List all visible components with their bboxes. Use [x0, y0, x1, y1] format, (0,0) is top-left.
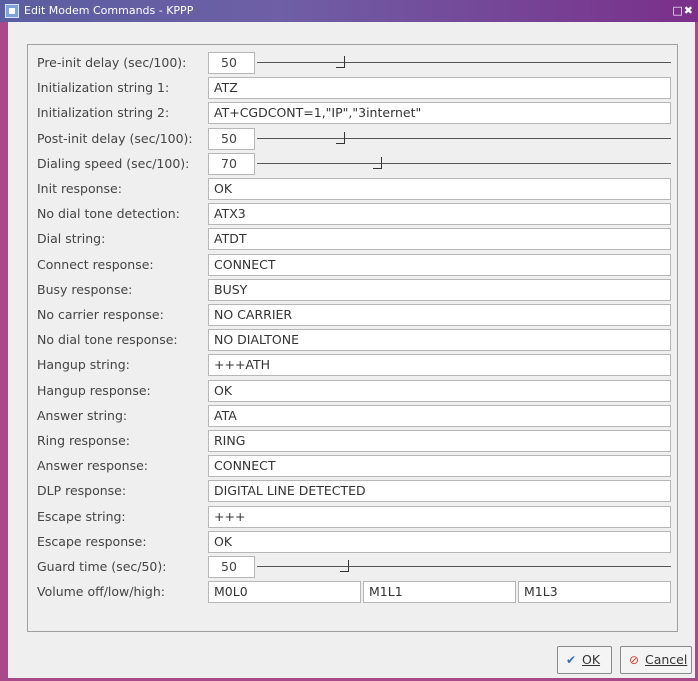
- input-init-response[interactable]: OK: [208, 178, 671, 200]
- input-initialization-string-2[interactable]: AT+CGDCONT=1,"IP","3internet": [208, 102, 671, 125]
- label-escape-response: Escape response:: [37, 533, 147, 549]
- label-ring-response: Ring response:: [37, 433, 130, 448]
- cancel-button-label: Cancel: [645, 652, 688, 667]
- row-initialization-string-1: Initialization string 1: ATZ: [37, 77, 671, 100]
- slider-track: [257, 162, 671, 164]
- slider-dialing-speed-sec-100[interactable]: [257, 153, 671, 175]
- input-answer-response[interactable]: CONNECT: [208, 455, 671, 478]
- row-no-dial-tone-detection: No dial tone detection: ATX3: [37, 203, 671, 226]
- row-dlp-response: DLP response: DIGITAL LINE DETECTED: [37, 480, 671, 503]
- input-ring-response[interactable]: RING: [208, 430, 671, 452]
- window-controls[interactable]: □✖: [672, 0, 694, 22]
- input-escape-string[interactable]: +++: [208, 505, 671, 528]
- label-escape-string: Escape string:: [37, 508, 126, 524]
- label-init-response: Init response:: [37, 181, 122, 196]
- row-dialing-speed-sec-100: Dialing speed (sec/100): 70: [37, 152, 671, 175]
- row-volume: Volume off/low/high: M0L0 M1L1 M1L3: [37, 581, 671, 604]
- row-connect-response: Connect response: CONNECT: [37, 253, 671, 276]
- input-escape-response[interactable]: OK: [208, 530, 671, 553]
- row-busy-response: Busy response: BUSY: [37, 278, 671, 301]
- modem-commands-panel: Pre-init delay (sec/100): 50 Initializatio…: [27, 44, 678, 632]
- input-no-carrier-response[interactable]: NO CARRIER: [208, 304, 671, 326]
- volume-off-input[interactable]: M0L0: [208, 581, 361, 604]
- row-no-carrier-response: No carrier response: NO CARRIER: [37, 304, 671, 326]
- input-dlp-response[interactable]: DIGITAL LINE DETECTED: [208, 480, 671, 503]
- volume-low-input[interactable]: M1L1: [363, 581, 516, 604]
- check-icon: ✔: [566, 653, 577, 667]
- label-guard-time-sec-50: Guard time (sec/50):: [37, 559, 167, 574]
- input-answer-string[interactable]: ATA: [208, 404, 671, 427]
- slider-track: [257, 566, 671, 567]
- spinbox-dialing-speed-sec-100[interactable]: 70: [208, 152, 255, 175]
- row-pre-init-delay-sec-100: Pre-init delay (sec/100): 50: [37, 52, 671, 74]
- input-busy-response[interactable]: BUSY: [208, 278, 671, 301]
- slider-handle[interactable]: [340, 560, 349, 572]
- spinbox-guard-time-sec-50[interactable]: 50: [208, 556, 255, 578]
- spinbox-pre-init-delay-sec-100[interactable]: 50: [208, 52, 255, 74]
- row-answer-string: Answer string: ATA: [37, 404, 671, 427]
- row-initialization-string-2: Initialization string 2: AT+CGDCONT=1,"IP…: [37, 102, 671, 125]
- input-no-dial-tone-response[interactable]: NO DIALTONE: [208, 329, 671, 352]
- label-dlp-response: DLP response:: [37, 483, 127, 499]
- label-dial-string: Dial string:: [37, 231, 106, 247]
- row-init-response: Init response: OK: [37, 178, 671, 200]
- label-no-dial-tone-response: No dial tone response:: [37, 332, 178, 348]
- spinbox-post-init-delay-sec-100[interactable]: 50: [208, 127, 255, 150]
- label-hangup-response: Hangup response:: [37, 382, 151, 398]
- cancel-icon: ⊘: [629, 653, 640, 667]
- window-frame-left: [0, 22, 8, 681]
- row-no-dial-tone-response: No dial tone response: NO DIALTONE: [37, 329, 671, 352]
- input-hangup-response[interactable]: OK: [208, 379, 671, 402]
- label-answer-string: Answer string:: [37, 407, 128, 423]
- label-dialing-speed-sec-100: Dialing speed (sec/100):: [37, 155, 190, 171]
- label-hangup-string: Hangup string:: [37, 357, 130, 373]
- slider-handle[interactable]: [336, 56, 345, 68]
- kppp-app-icon[interactable]: [5, 4, 19, 18]
- row-answer-response: Answer response: CONNECT: [37, 455, 671, 478]
- row-ring-response: Ring response: RING: [37, 430, 671, 452]
- input-connect-response[interactable]: CONNECT: [208, 253, 671, 276]
- input-dial-string[interactable]: ATDT: [208, 228, 671, 251]
- row-dial-string: Dial string: ATDT: [37, 228, 671, 251]
- row-escape-response: Escape response: OK: [37, 530, 671, 553]
- slider-guard-time-sec-50[interactable]: [257, 556, 671, 578]
- ok-button[interactable]: ✔ OK: [557, 646, 612, 674]
- label-connect-response: Connect response:: [37, 256, 154, 272]
- label-initialization-string-1: Initialization string 1:: [37, 80, 170, 96]
- slider-pre-init-delay-sec-100[interactable]: [257, 52, 671, 74]
- row-guard-time-sec-50: Guard time (sec/50): 50: [37, 556, 671, 578]
- title-bar[interactable]: Edit Modem Commands - KPPP □✖: [0, 0, 698, 22]
- label-volume: Volume off/low/high:: [37, 584, 165, 600]
- slider-track: [257, 137, 671, 139]
- slider-handle[interactable]: [373, 156, 382, 169]
- label-busy-response: Busy response:: [37, 281, 133, 297]
- label-initialization-string-2: Initialization string 2:: [37, 105, 170, 121]
- label-no-dial-tone-detection: No dial tone detection:: [37, 206, 180, 222]
- label-answer-response: Answer response:: [37, 458, 148, 474]
- row-escape-string: Escape string: +++: [37, 505, 671, 528]
- slider-track: [257, 62, 671, 63]
- input-initialization-string-1[interactable]: ATZ: [208, 77, 671, 100]
- label-pre-init-delay-sec-100: Pre-init delay (sec/100):: [37, 55, 187, 70]
- row-hangup-string: Hangup string: +++ATH: [37, 354, 671, 377]
- label-no-carrier-response: No carrier response:: [37, 307, 164, 322]
- input-hangup-string[interactable]: +++ATH: [208, 354, 671, 377]
- volume-high-input[interactable]: M1L3: [518, 581, 671, 604]
- slider-handle[interactable]: [336, 131, 345, 144]
- label-post-init-delay-sec-100: Post-init delay (sec/100):: [37, 130, 193, 146]
- slider-post-init-delay-sec-100[interactable]: [257, 128, 671, 150]
- input-no-dial-tone-detection[interactable]: ATX3: [208, 203, 671, 226]
- kppp-edit-modem-commands-window: Edit Modem Commands - KPPP □✖ Pre-init d…: [0, 0, 698, 681]
- ok-button-label: OK: [582, 652, 601, 667]
- row-hangup-response: Hangup response: OK: [37, 379, 671, 402]
- window-title: Edit Modem Commands - KPPP: [24, 4, 194, 17]
- row-post-init-delay-sec-100: Post-init delay (sec/100): 50: [37, 127, 671, 150]
- cancel-button[interactable]: ⊘ Cancel: [620, 646, 692, 674]
